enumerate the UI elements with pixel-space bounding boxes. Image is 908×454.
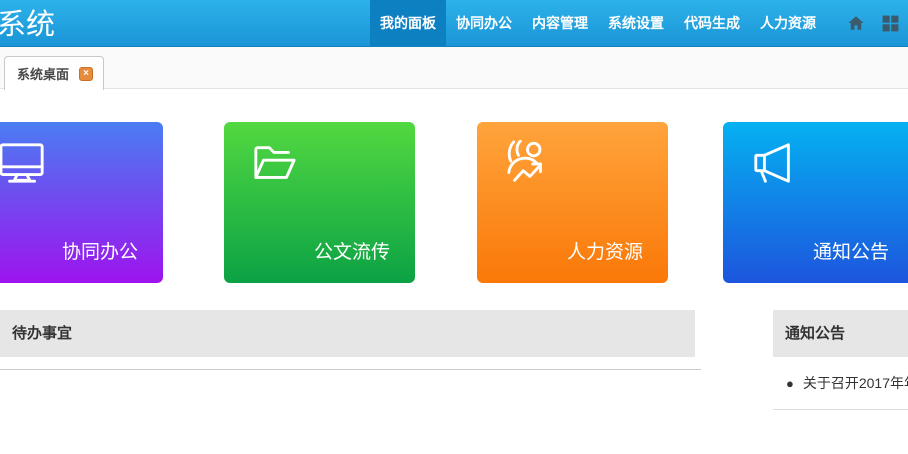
tile-label: 公文流传 — [314, 237, 390, 264]
person-running-icon — [505, 140, 551, 186]
monitor-icon — [0, 140, 46, 186]
megaphone-icon — [751, 140, 797, 186]
notice-panel: 通知公告 ● 关于召开2017年年 — [773, 310, 908, 410]
tab-bar: 系统桌面 × — [0, 47, 908, 89]
tile-label: 通知公告 — [813, 237, 889, 264]
list-item[interactable]: ● 关于召开2017年年 — [786, 373, 908, 393]
bullet-icon: ● — [786, 376, 794, 391]
home-icon[interactable] — [847, 14, 865, 32]
main-nav: 我的面板 协同办公 内容管理 系统设置 代码生成 人力资源 — [370, 0, 826, 46]
nav-item-content-mgmt[interactable]: 内容管理 — [522, 0, 598, 46]
tab-system-desktop[interactable]: 系统桌面 × — [4, 56, 104, 90]
tile-document-flow[interactable]: 公文流传 — [224, 122, 415, 283]
close-icon[interactable]: × — [79, 67, 93, 81]
tile-hr[interactable]: 人力资源 — [477, 122, 668, 283]
app-title: 系统 — [0, 1, 55, 43]
tile-notices[interactable]: 通知公告 — [723, 122, 908, 283]
nav-item-collab-office[interactable]: 协同办公 — [446, 0, 522, 46]
tile-collab-office[interactable]: 协同办公 — [0, 122, 163, 283]
todo-panel-header: 待办事宜 — [0, 310, 695, 357]
notice-panel-header: 通知公告 — [773, 310, 908, 357]
folder-open-icon — [252, 140, 298, 186]
tile-label: 协同办公 — [62, 237, 138, 264]
header-icons — [847, 0, 900, 46]
todo-panel-divider — [0, 369, 701, 370]
tile-label: 人力资源 — [567, 237, 643, 264]
tab-label: 系统桌面 — [17, 64, 69, 83]
nav-item-code-gen[interactable]: 代码生成 — [674, 0, 750, 46]
nav-item-system-settings[interactable]: 系统设置 — [598, 0, 674, 46]
app-header: 系统 我的面板 协同办公 内容管理 系统设置 代码生成 人力资源 — [0, 0, 908, 47]
nav-item-my-dashboard[interactable]: 我的面板 — [370, 0, 446, 46]
nav-item-hr[interactable]: 人力资源 — [750, 0, 826, 46]
notice-list: ● 关于召开2017年年 — [773, 357, 908, 410]
grid-icon[interactable] — [881, 14, 900, 33]
notice-item-text: 关于召开2017年年 — [803, 373, 908, 393]
